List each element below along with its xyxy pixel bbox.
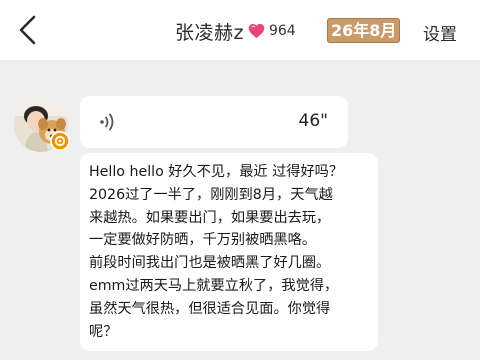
message-line: 前段时间我出门也是被晒黑了好几圈。 xyxy=(89,255,331,272)
message-line: 虽然天气很热，但很适合见面。你觉得 xyxy=(89,300,331,317)
chat-header: 张凌赫z 964 26年8月 设置 xyxy=(0,0,480,60)
voice-duration: 46" xyxy=(298,111,328,131)
month-badge[interactable]: 26年8月 xyxy=(327,18,401,43)
text-message-bubble[interactable]: Hello hello 好久不见，最近 过得好吗？ 2026过了一半了，刚刚到8… xyxy=(80,153,378,351)
heart-count: 964 xyxy=(268,23,296,39)
title-group: 张凌赫z 964 xyxy=(175,16,296,46)
settings-button[interactable]: 设置 xyxy=(423,20,457,45)
heart-icon xyxy=(248,23,265,39)
message-line: 一定要做好防晒，千万别被晒黑咯。 xyxy=(89,232,317,249)
message-line: 呢？ xyxy=(89,323,118,340)
voice-wave-icon xyxy=(100,113,114,131)
message-line: Hello hello 好久不见，最近 过得好吗？ xyxy=(89,164,344,180)
voice-message-bubble[interactable]: 46" xyxy=(80,96,348,148)
contact-name: 张凌赫z xyxy=(175,21,244,44)
back-arrow-icon[interactable] xyxy=(14,14,42,46)
verified-badge-icon xyxy=(50,131,70,151)
message-line: emm过两天马上就要立秋了，我觉得， xyxy=(89,277,339,294)
message-line: 来越热。如果要出门，如果要出去玩， xyxy=(89,209,331,226)
message-line: 2026过了一半了，刚刚到8月，天气越 xyxy=(89,186,333,203)
